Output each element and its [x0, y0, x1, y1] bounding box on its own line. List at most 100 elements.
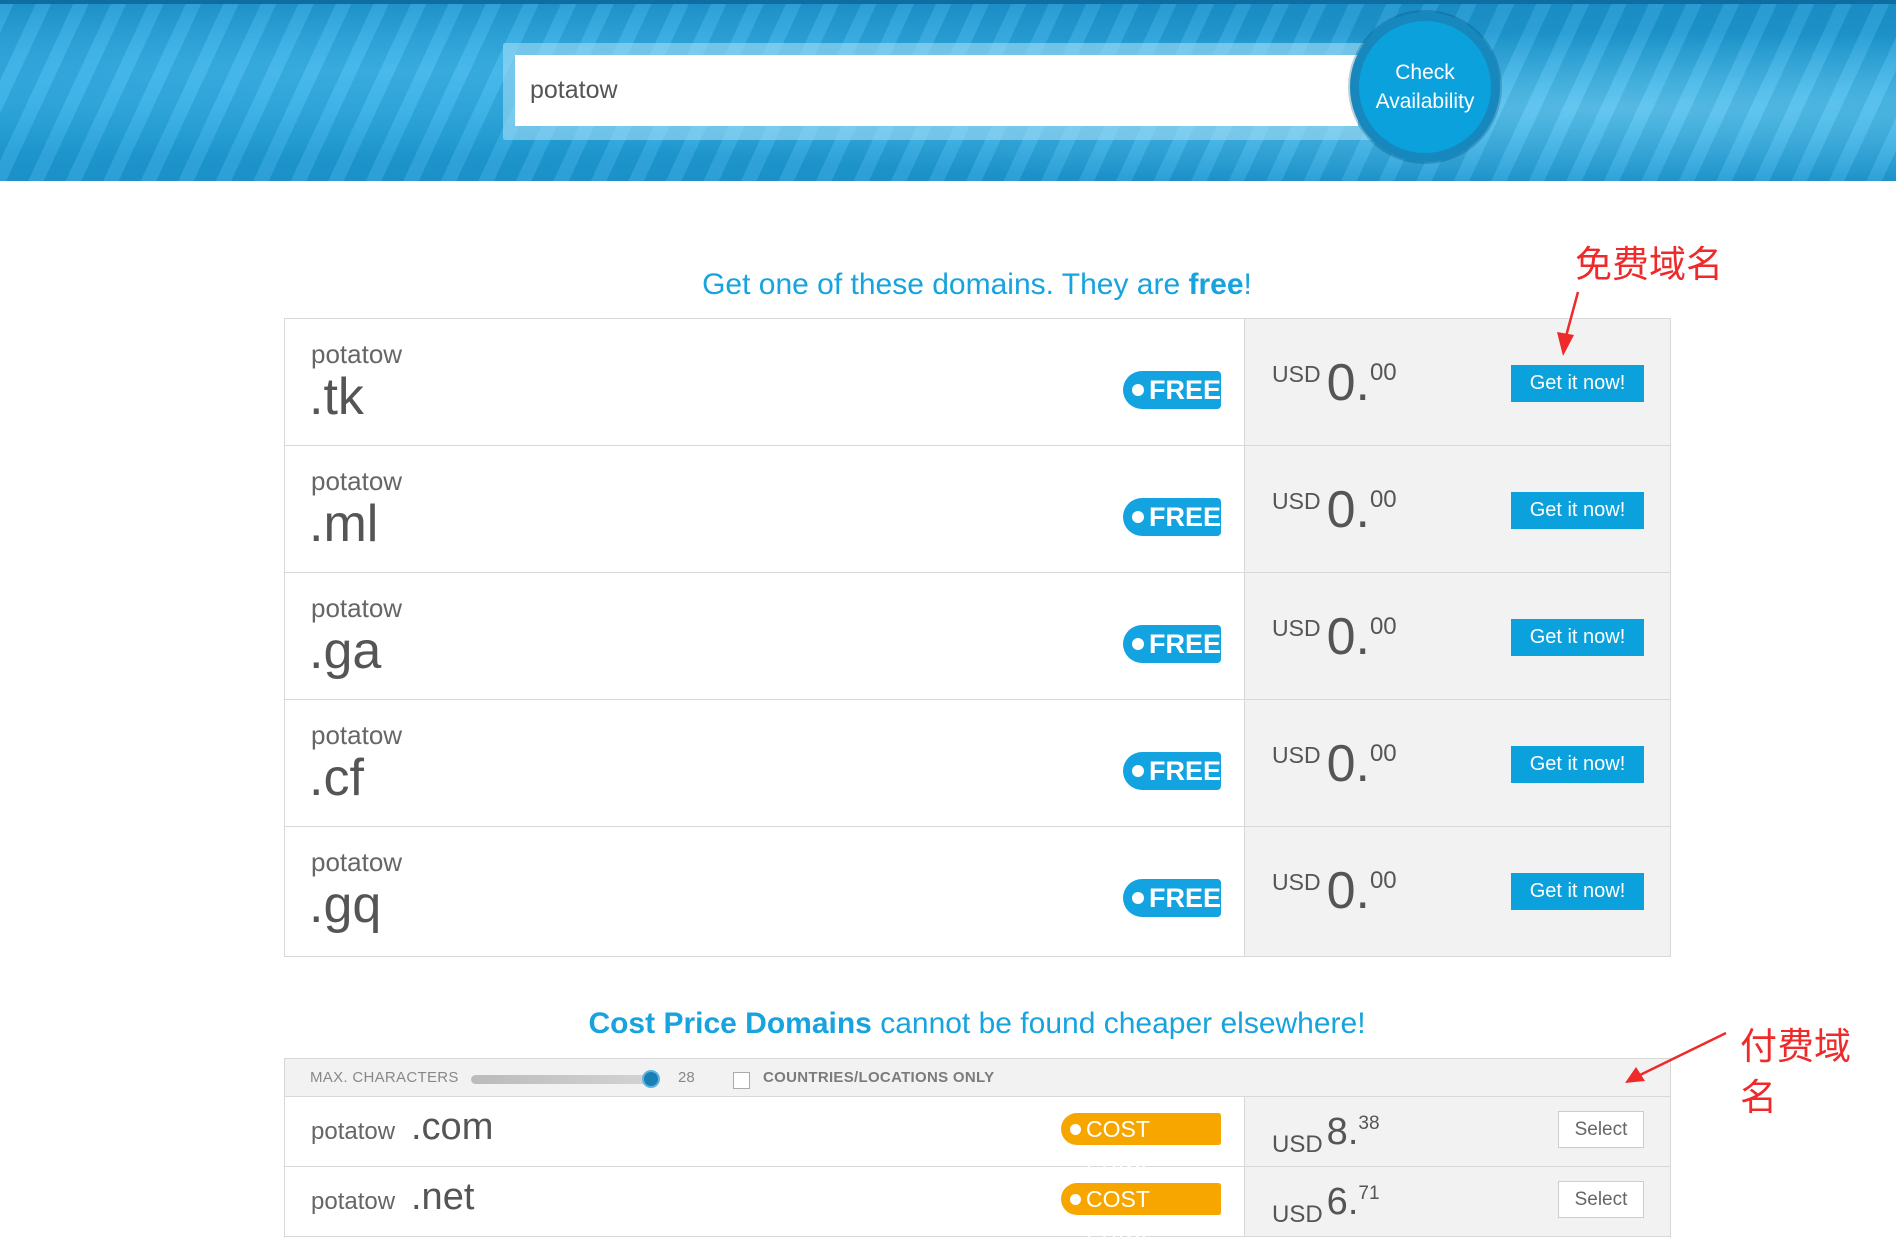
price-currency: USD — [1272, 1131, 1323, 1158]
price-currency: USD — [1272, 1201, 1323, 1228]
badge-dot-icon — [1132, 384, 1144, 396]
cost-domain-info: potatow .com COST PRICE — [285, 1097, 1245, 1174]
cost-heading-bold: Cost Price Domains — [588, 1007, 872, 1040]
free-badge-label: FREE — [1149, 502, 1222, 532]
get-it-now-button[interactable]: Get it now! — [1511, 746, 1644, 783]
paid-domain-annotation-line2: 名 — [1740, 1076, 1777, 1119]
free-domain-price-cell: USD 0.00 Get it now! — [1245, 319, 1670, 445]
check-availability-button[interactable]: Check Availability — [1350, 12, 1500, 162]
max-characters-slider-handle[interactable] — [641, 1070, 660, 1088]
cost-domain-price-cell: USD 8.38 Select — [1245, 1097, 1670, 1166]
free-domain-row: potatow .cf FREE USD 0.00 Get it now! — [285, 700, 1670, 827]
domain-price: USD 8.38 — [1272, 1111, 1380, 1158]
cost-heading-rest: cannot be found cheaper elsewhere! — [871, 1007, 1366, 1040]
domain-price: USD 0.00 — [1272, 484, 1397, 536]
free-domain-row: potatow .ga FREE USD 0.00 Get it now! — [285, 573, 1670, 700]
price-cents: 00 — [1369, 486, 1397, 513]
price-currency: USD — [1272, 488, 1321, 514]
domain-price: USD 6.71 — [1272, 1181, 1380, 1228]
badge-dot-icon — [1132, 892, 1144, 904]
cost-filter-bar: MAX. CHARACTERS 28 COUNTRIES/LOCATIONS O… — [285, 1059, 1670, 1097]
price-separator: . — [1355, 608, 1370, 666]
get-it-now-button[interactable]: Get it now! — [1511, 492, 1644, 529]
price-cents: 38 — [1358, 1113, 1380, 1134]
free-domain-info: potatow .cf FREE — [285, 700, 1245, 826]
price-currency: USD — [1272, 361, 1321, 387]
free-domain-row: potatow .ml FREE USD 0.00 Get it now! — [285, 446, 1670, 573]
free-heading-suffix: ! — [1243, 268, 1252, 301]
price-separator: . — [1355, 735, 1370, 793]
free-heading-bold: free — [1188, 268, 1244, 301]
check-availability-label-line1: Check — [1395, 61, 1455, 84]
get-it-now-button[interactable]: Get it now! — [1511, 873, 1644, 910]
price-currency: USD — [1272, 869, 1321, 895]
domain-name: potatow — [311, 1118, 396, 1145]
free-domain-price-cell: USD 0.00 Get it now! — [1245, 700, 1670, 826]
max-characters-label: MAX. CHARACTERS — [310, 1069, 459, 1086]
domain-search-input[interactable] — [515, 55, 1358, 126]
cost-badge-label: COST PRICE — [1086, 1186, 1157, 1244]
price-separator: . — [1355, 354, 1370, 412]
price-integer: 0 — [1326, 481, 1356, 539]
domain-name: potatow — [311, 1188, 396, 1215]
badge-dot-icon — [1070, 1194, 1081, 1205]
price-separator: . — [1347, 1181, 1359, 1223]
price-separator: . — [1355, 481, 1370, 539]
price-separator: . — [1355, 862, 1370, 920]
get-it-now-button[interactable]: Get it now! — [1511, 619, 1644, 656]
domain-extension: .net — [411, 1176, 475, 1218]
price-integer: 8 — [1326, 1111, 1348, 1153]
countries-only-label: COUNTRIES/LOCATIONS ONLY — [763, 1069, 995, 1086]
price-integer: 0 — [1326, 608, 1356, 666]
badge-dot-icon — [1132, 765, 1144, 777]
domain-extension: .ml — [309, 495, 379, 553]
free-domain-price-cell: USD 0.00 Get it now! — [1245, 446, 1670, 572]
free-badge: FREE — [1123, 752, 1221, 790]
domain-price: USD 0.00 — [1272, 611, 1397, 663]
price-currency: USD — [1272, 742, 1321, 768]
max-characters-slider-track[interactable] — [471, 1075, 660, 1084]
free-domain-info: potatow .tk FREE — [285, 319, 1245, 445]
free-domain-row: potatow .gq FREE USD 0.00 Get it now! — [285, 827, 1670, 956]
hero-banner: Check Availability — [0, 0, 1896, 181]
free-domains-table: potatow .tk FREE USD 0.00 Get it now! pot… — [284, 318, 1671, 957]
badge-dot-icon — [1132, 511, 1144, 523]
free-heading-prefix: Get one of these domains. They are — [702, 268, 1189, 301]
price-cents: 00 — [1369, 740, 1397, 767]
domain-extension: .tk — [309, 368, 364, 426]
price-cents: 00 — [1369, 359, 1397, 386]
domain-extension: .com — [411, 1106, 494, 1148]
price-integer: 0 — [1326, 354, 1356, 412]
price-cents: 71 — [1358, 1183, 1380, 1204]
cost-badge-label: COST PRICE — [1086, 1116, 1157, 1174]
check-availability-label-line2: Availability — [1375, 90, 1475, 113]
domain-price: USD 0.00 — [1272, 738, 1397, 790]
domain-extension: .gq — [309, 876, 382, 934]
domain-price: USD 0.00 — [1272, 865, 1397, 917]
free-domain-row: potatow .tk FREE USD 0.00 Get it now! — [285, 319, 1670, 446]
cost-domains-table: MAX. CHARACTERS 28 COUNTRIES/LOCATIONS O… — [284, 1058, 1671, 1244]
free-badge: FREE — [1123, 371, 1221, 409]
free-badge-label: FREE — [1149, 629, 1222, 659]
cost-price-badge: COST PRICE — [1061, 1113, 1221, 1174]
domain-extension: .ga — [309, 622, 382, 680]
free-badge: FREE — [1123, 498, 1221, 536]
badge-dot-icon — [1070, 1124, 1081, 1135]
free-domain-annotation: 免费域名 — [1575, 243, 1723, 286]
domain-price: USD 0.00 — [1272, 357, 1397, 409]
free-badge: FREE — [1123, 625, 1221, 663]
select-domain-button[interactable]: Select — [1558, 1181, 1644, 1218]
countries-only-checkbox[interactable] — [733, 1072, 750, 1089]
free-domain-info: potatow .ga FREE — [285, 573, 1245, 699]
badge-dot-icon — [1132, 638, 1144, 650]
get-it-now-button[interactable]: Get it now! — [1511, 365, 1644, 402]
max-characters-value: 28 — [678, 1069, 695, 1086]
cost-domain-info: potatow .net COST PRICE — [285, 1167, 1245, 1244]
price-separator: . — [1347, 1111, 1359, 1153]
free-badge-label: FREE — [1149, 375, 1222, 405]
free-badge: FREE — [1123, 879, 1221, 917]
price-integer: 6 — [1326, 1181, 1348, 1223]
select-domain-button[interactable]: Select — [1558, 1111, 1644, 1148]
cost-domain-row: potatow .net COST PRICE USD 6.71 Select — [285, 1167, 1670, 1244]
free-domain-info: potatow .ml FREE — [285, 446, 1245, 572]
